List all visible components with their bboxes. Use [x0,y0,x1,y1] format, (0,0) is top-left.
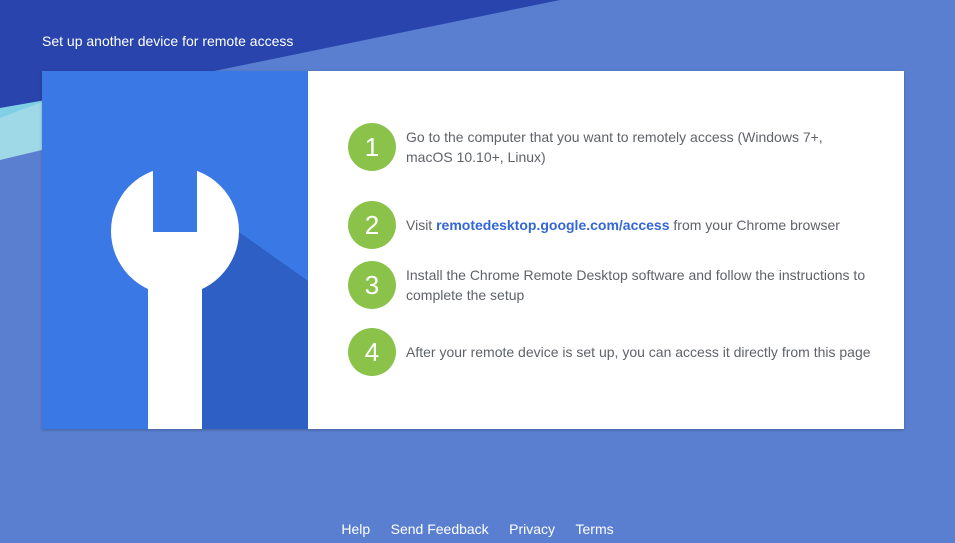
step-number-badge: 3 [348,261,396,309]
footer: Help Send Feedback Privacy Terms [0,521,955,539]
send-feedback-link[interactable]: Send Feedback [391,521,489,537]
step-3: 3 Install the Chrome Remote Desktop soft… [348,261,878,309]
step-number-badge: 4 [348,328,396,376]
help-link[interactable]: Help [341,521,370,537]
terms-link[interactable]: Terms [576,521,614,537]
step-4: 4 After your remote device is set up, yo… [348,328,878,376]
step-1: 1 Go to the computer that you want to re… [348,123,878,171]
privacy-link[interactable]: Privacy [509,521,555,537]
wrench-icon [42,71,308,429]
step-text: Visit remotedesktop.google.com/access fr… [406,215,871,235]
step-text-before: Visit [406,217,437,233]
step-number-badge: 2 [348,201,396,249]
page-title: Set up another device for remote access [42,33,294,49]
step-text: After your remote device is set up, you … [406,344,871,360]
page-background: Set up another device for remote access … [0,0,955,543]
step-text: Install the Chrome Remote Desktop softwa… [406,267,866,303]
remote-access-link[interactable]: remotedesktop.google.com/access [436,217,669,233]
setup-illustration [42,71,308,429]
setup-card: 1 Go to the computer that you want to re… [42,71,904,429]
step-text: Go to the computer that you want to remo… [406,129,823,165]
step-2: 2 Visit remotedesktop.google.com/access … [348,201,878,249]
step-text-after: from your Chrome browser [669,217,840,233]
step-number-badge: 1 [348,123,396,171]
